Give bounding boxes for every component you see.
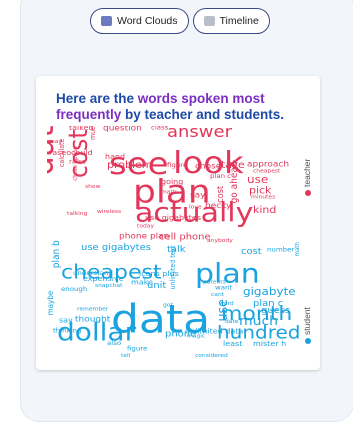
student-word: date — [225, 319, 239, 325]
teacher-word: answer — [167, 126, 233, 142]
teacher-word: class — [151, 126, 169, 131]
heading-suffix: by teacher and students. — [121, 107, 285, 122]
teacher-word: cost — [216, 185, 227, 202]
student-word: want — [215, 284, 233, 292]
student-word: use gigabytes — [81, 243, 151, 253]
student-word: magic — [187, 334, 205, 340]
image-icon — [101, 16, 112, 26]
teacher-word: going — [161, 177, 184, 186]
legend-student: student — [302, 307, 312, 344]
student-word: figure — [127, 345, 147, 353]
legend-student-label: student — [302, 307, 312, 335]
student-word: plan b — [51, 240, 63, 268]
teacher-word: say — [190, 191, 206, 200]
teacher-word: talking — [67, 211, 88, 217]
teacher-word: phone plan — [119, 232, 169, 241]
student-word: make — [131, 278, 153, 287]
student-word: thinking — [53, 327, 81, 335]
student-dot-icon — [304, 338, 311, 344]
student-word: snapchat — [95, 283, 123, 289]
teacher-word: use gigabytes — [145, 213, 201, 222]
student-word: least — [223, 339, 242, 348]
teacher-word: anybody — [207, 238, 233, 244]
teacher-word: kind — [253, 205, 276, 216]
teacher-word: much — [89, 126, 97, 140]
student-word: enough — [61, 286, 87, 294]
student-word: expensive — [83, 275, 124, 284]
teacher-word: problem — [107, 160, 152, 171]
student-word: remember — [77, 307, 109, 313]
student-word: unlimited text — [169, 245, 177, 289]
teacher-word: math — [161, 190, 177, 196]
student-word: tell — [121, 353, 131, 359]
card-heading: Here are the words spoken most frequentl… — [56, 91, 316, 123]
legend-teacher: teacher — [302, 159, 312, 196]
teacher-word: minutes — [251, 195, 275, 201]
teacher-word: figure — [167, 161, 187, 169]
teacher-word: question — [103, 126, 142, 134]
teacher-word: show — [85, 184, 101, 190]
teacher-dot-icon — [304, 190, 311, 196]
student-word: also — [107, 340, 121, 348]
tab-timeline[interactable]: Timeline — [192, 8, 270, 34]
timeline-icon — [203, 16, 215, 26]
teacher-word: hand — [105, 152, 125, 161]
student-word: thought — [75, 315, 111, 324]
view-tabs: Word Clouds Timeline — [90, 8, 270, 34]
heading-prefix: Here are the — [56, 91, 138, 106]
student-word: cost — [241, 246, 262, 256]
legend-teacher-label: teacher — [302, 158, 312, 187]
teacher-word: go ahead — [229, 161, 241, 203]
teacher-word: love — [189, 205, 202, 211]
teacher-word: calculate — [58, 139, 66, 167]
teacher-word: wireless — [97, 209, 121, 215]
student-word: gigabyte — [243, 284, 296, 297]
student-word: considered — [195, 353, 228, 359]
word-cloud: see lookplandata costactuallyanswerquestio… — [47, 126, 301, 359]
student-word: say — [59, 316, 73, 325]
student-word: mister h — [253, 339, 286, 348]
student-word: got — [163, 303, 174, 309]
tab-word-clouds[interactable]: Word Clouds — [90, 8, 189, 34]
teacher-word: today — [137, 224, 155, 230]
teacher-word: chose option — [73, 146, 79, 181]
tab-timeline-label: Timeline — [219, 15, 259, 27]
student-word: number — [267, 246, 295, 254]
word-cloud-card: Here are the words spoken most frequentl… — [36, 76, 320, 370]
student-word: word — [219, 301, 234, 307]
student-word: cant — [211, 292, 225, 298]
tab-word-clouds-label: Word Clouds — [117, 15, 178, 27]
teacher-word: chose — [195, 162, 221, 171]
student-word: maybe — [47, 290, 55, 315]
student-word: much — [239, 315, 278, 329]
student-word: math — [295, 242, 301, 256]
